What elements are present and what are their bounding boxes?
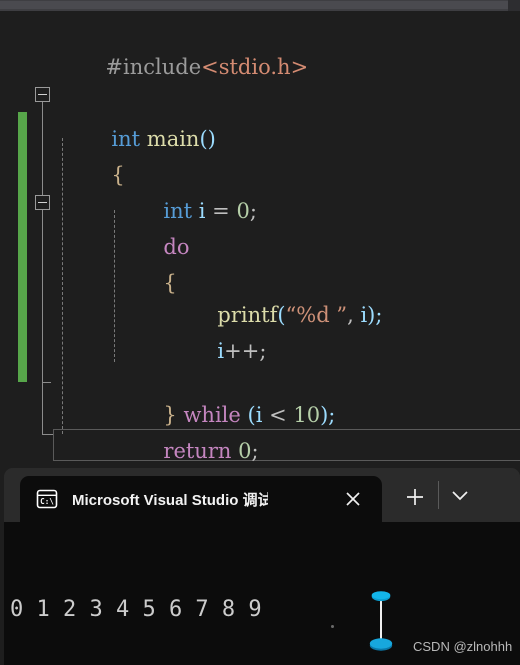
code-line-6[interactable]: do bbox=[110, 193, 189, 259]
token-include-header: <stdio.h> bbox=[201, 55, 309, 79]
terminal-panel: C:\ Microsoft Visual Studio 调试控 0 1 2 3 … bbox=[4, 468, 520, 665]
code-line-3[interactable]: int main() bbox=[58, 85, 215, 151]
token-semicolon: ; bbox=[251, 439, 259, 463]
selection-handle-top-icon[interactable] bbox=[371, 589, 391, 602]
token-number-0: 0 bbox=[236, 199, 250, 223]
caret-dot bbox=[331, 625, 334, 628]
plus-icon[interactable] bbox=[404, 486, 426, 508]
console-cmd-icon: C:\ bbox=[36, 488, 58, 510]
token-less-than-op: < bbox=[262, 403, 294, 427]
code-line-7[interactable]: { bbox=[110, 229, 176, 295]
chevron-down-icon[interactable] bbox=[450, 488, 470, 502]
code-line-12[interactable]: return 0; bbox=[110, 397, 258, 463]
scrollbar-corner bbox=[508, 0, 520, 11]
token-comma: , bbox=[347, 303, 361, 327]
close-icon[interactable] bbox=[342, 488, 364, 510]
horizontal-scrollbar[interactable] bbox=[0, 0, 520, 11]
token-close-paren-semi: ); bbox=[320, 403, 336, 427]
csdn-watermark: CSDN @zlnohhh bbox=[413, 639, 513, 654]
code-line-8[interactable]: printf(“%d ”, i); bbox=[164, 261, 382, 327]
token-semicolon: ; bbox=[249, 199, 257, 223]
code-line-11[interactable]: } while (i < 10); bbox=[110, 361, 335, 427]
code-line-13[interactable]: } bbox=[58, 429, 124, 495]
terminal-tab-title: Microsoft Visual Studio 调试控 bbox=[72, 491, 268, 509]
token-string-literal: “%d ” bbox=[285, 303, 348, 327]
token-number-0: 0 bbox=[231, 439, 252, 463]
token-open-paren: ( bbox=[277, 303, 286, 327]
code-text-layer[interactable]: #include<stdio.h> int main() { int i = 0… bbox=[0, 11, 520, 495]
text-caret bbox=[380, 595, 382, 643]
token-increment-op: ++; bbox=[224, 339, 267, 363]
token-var-i: i bbox=[192, 199, 213, 223]
code-line-5[interactable]: int i = 0; bbox=[110, 157, 257, 223]
token-keyword-return: return bbox=[163, 439, 232, 463]
token-assign-op: = bbox=[212, 199, 237, 223]
token-parens: () bbox=[199, 127, 216, 151]
terminal-tab-strip: C:\ Microsoft Visual Studio 调试控 bbox=[4, 468, 520, 522]
token-number-10: 10 bbox=[293, 403, 321, 427]
terminal-tab-active[interactable]: C:\ Microsoft Visual Studio 调试控 bbox=[20, 476, 382, 522]
tab-separator bbox=[438, 481, 439, 509]
scrollbar-thumb[interactable] bbox=[0, 1, 508, 9]
token-preprocessor: #include bbox=[105, 55, 202, 79]
code-line-1[interactable]: #include<stdio.h> bbox=[52, 13, 308, 79]
code-line-4[interactable]: { bbox=[58, 121, 124, 187]
code-line-9[interactable]: i++; bbox=[164, 297, 266, 363]
token-function-main: main bbox=[146, 127, 200, 151]
svg-text:C:\: C:\ bbox=[40, 497, 54, 506]
code-editor[interactable]: #include<stdio.h> int main() { int i = 0… bbox=[0, 11, 520, 495]
selection-handle-bottom-icon[interactable] bbox=[369, 637, 393, 651]
token-close-paren-semi: ); bbox=[367, 303, 383, 327]
screen-root: #include<stdio.h> int main() { int i = 0… bbox=[0, 0, 520, 665]
